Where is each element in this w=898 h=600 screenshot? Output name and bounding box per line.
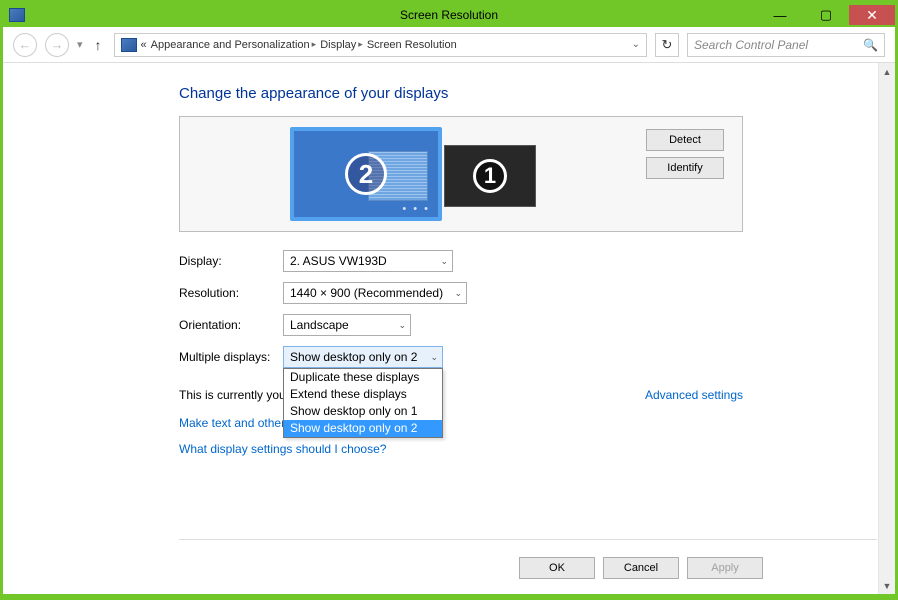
help-link[interactable]: What display settings should I choose?	[179, 442, 895, 456]
display-preview: 2 • • • 1 Detect Identify	[179, 116, 743, 232]
multiple-displays-label: Multiple displays:	[179, 350, 283, 364]
main-panel: Change the appearance of your displays 2…	[3, 63, 895, 594]
display-label: Display:	[179, 254, 283, 268]
chevron-down-icon: ⌄	[454, 288, 462, 299]
breadcrumb-display[interactable]: Display▸	[320, 39, 363, 51]
resolution-label: Resolution:	[179, 286, 283, 300]
breadcrumb-screen-resolution[interactable]: Screen Resolution	[367, 39, 457, 51]
search-input[interactable]: Search Control Panel 🔍	[687, 33, 885, 57]
multiple-displays-select[interactable]: Show desktop only on 2⌄	[283, 346, 443, 368]
search-icon: 🔍	[863, 38, 878, 52]
monitor-1[interactable]: 1	[444, 145, 536, 207]
refresh-button[interactable]: ↻	[655, 33, 679, 57]
identify-button[interactable]: Identify	[646, 157, 724, 179]
option-only-1[interactable]: Show desktop only on 1	[284, 403, 442, 420]
content-area: ← → ▾ ↑ « Appearance and Personalization…	[3, 27, 895, 594]
option-duplicate[interactable]: Duplicate these displays	[284, 369, 442, 386]
monitor-1-label: 1	[473, 159, 507, 193]
ok-button[interactable]: OK	[519, 557, 595, 579]
scroll-track[interactable]	[879, 80, 895, 577]
chevron-down-icon: ⌄	[440, 256, 448, 267]
maximize-button[interactable]: ▢	[803, 5, 849, 25]
advanced-settings-link[interactable]: Advanced settings	[645, 388, 743, 402]
search-placeholder: Search Control Panel	[694, 38, 808, 52]
monitor-dots-icon: • • •	[402, 203, 430, 215]
multiple-displays-dropdown: Duplicate these displays Extend these di…	[283, 368, 443, 438]
footer-buttons: OK Cancel Apply	[519, 557, 763, 579]
page-heading: Change the appearance of your displays	[179, 85, 895, 102]
breadcrumb-appearance[interactable]: Appearance and Personalization▸	[151, 39, 317, 51]
detect-button[interactable]: Detect	[646, 129, 724, 151]
orientation-select[interactable]: Landscape⌄	[283, 314, 411, 336]
option-only-2[interactable]: Show desktop only on 2	[284, 420, 442, 437]
window-frame: Screen Resolution — ▢ ✕ ← → ▾ ↑ « Appear…	[0, 0, 898, 597]
monitor-2[interactable]: 2 • • •	[290, 127, 442, 221]
scroll-up-icon[interactable]: ▲	[879, 63, 895, 80]
cancel-button[interactable]: Cancel	[603, 557, 679, 579]
display-select[interactable]: 2. ASUS VW193D⌄	[283, 250, 453, 272]
orientation-label: Orientation:	[179, 318, 283, 332]
close-button[interactable]: ✕	[849, 5, 895, 25]
minimize-button[interactable]: —	[757, 5, 803, 25]
navbar: ← → ▾ ↑ « Appearance and Personalization…	[3, 27, 895, 63]
scrollbar[interactable]: ▲ ▼	[878, 63, 895, 594]
breadcrumb-prefix: «	[141, 39, 147, 51]
window-controls: — ▢ ✕	[757, 5, 895, 25]
chevron-down-icon: ⌄	[398, 320, 406, 331]
main-display-note: This is currently you	[179, 388, 286, 402]
app-icon	[9, 8, 25, 22]
titlebar[interactable]: Screen Resolution — ▢ ✕	[3, 3, 895, 27]
nav-history-dropdown-icon[interactable]: ▾	[77, 38, 83, 51]
settings-form: Display: 2. ASUS VW193D⌄ Resolution: 144…	[179, 250, 895, 456]
monitor-2-label: 2	[345, 153, 387, 195]
address-bar[interactable]: « Appearance and Personalization▸ Displa…	[114, 33, 647, 57]
back-button[interactable]: ←	[13, 33, 37, 57]
option-extend[interactable]: Extend these displays	[284, 386, 442, 403]
address-dropdown-icon[interactable]: ⌄	[632, 39, 640, 50]
control-panel-icon	[121, 38, 137, 52]
divider	[179, 539, 877, 540]
window-title: Screen Resolution	[400, 8, 498, 22]
resolution-select[interactable]: 1440 × 900 (Recommended)⌄	[283, 282, 467, 304]
forward-button[interactable]: →	[45, 33, 69, 57]
chevron-down-icon: ⌄	[430, 352, 438, 363]
up-button[interactable]: ↑	[91, 37, 106, 53]
scroll-down-icon[interactable]: ▼	[879, 577, 895, 594]
apply-button[interactable]: Apply	[687, 557, 763, 579]
